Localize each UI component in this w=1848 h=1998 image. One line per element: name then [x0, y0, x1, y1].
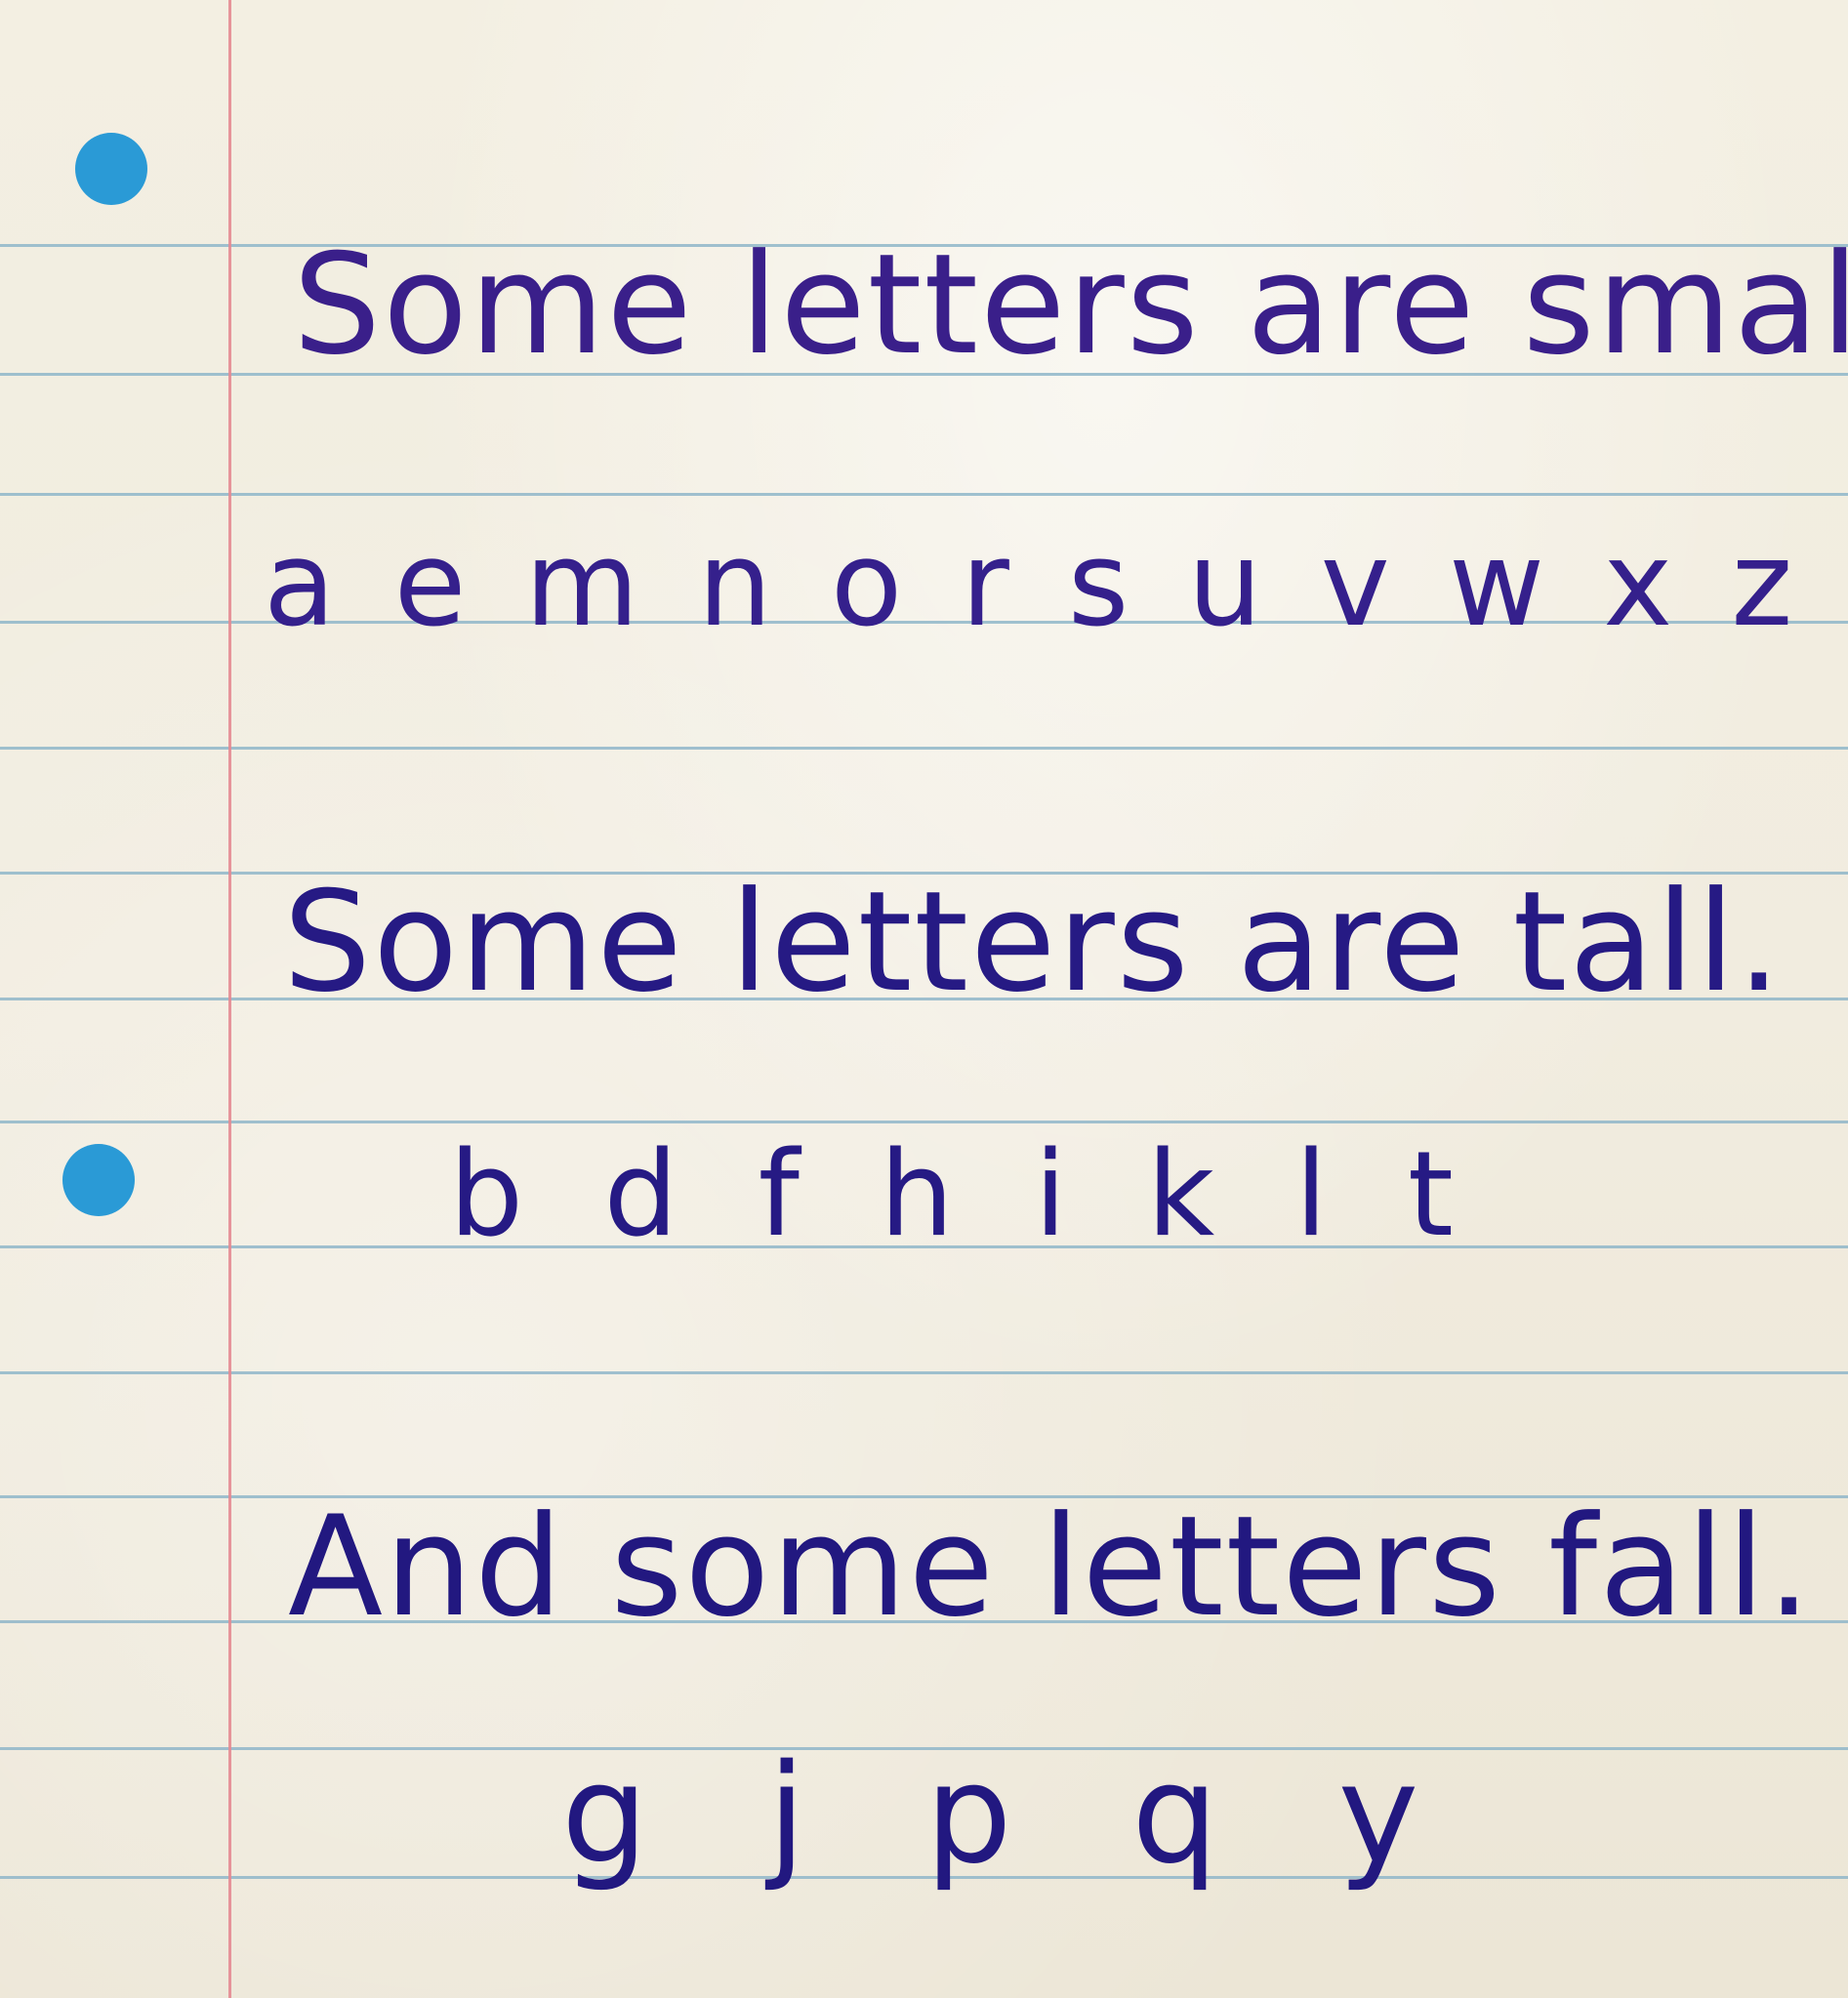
sentence-small: Some letters are small. — [293, 224, 1848, 386]
chart-paper: Some letters are small. a e m n o r s u … — [0, 0, 1848, 1998]
sentence-tall: Some letters are tall. — [283, 862, 1784, 1023]
ruled-line — [0, 1371, 1848, 1374]
falling-letters: g j p q y — [561, 1735, 1423, 1895]
ruled-line — [0, 493, 1848, 496]
binder-hole — [62, 1144, 135, 1216]
margin-line — [228, 0, 231, 1998]
small-letters: a e m n o r s u v w x z — [264, 517, 1799, 653]
sentence-fall: And some letters fall. — [288, 1487, 1814, 1648]
binder-hole — [75, 133, 147, 205]
tall-letters: b d f h i k l t — [449, 1127, 1458, 1263]
ruled-line — [0, 1121, 1848, 1123]
ruled-line — [0, 747, 1848, 750]
